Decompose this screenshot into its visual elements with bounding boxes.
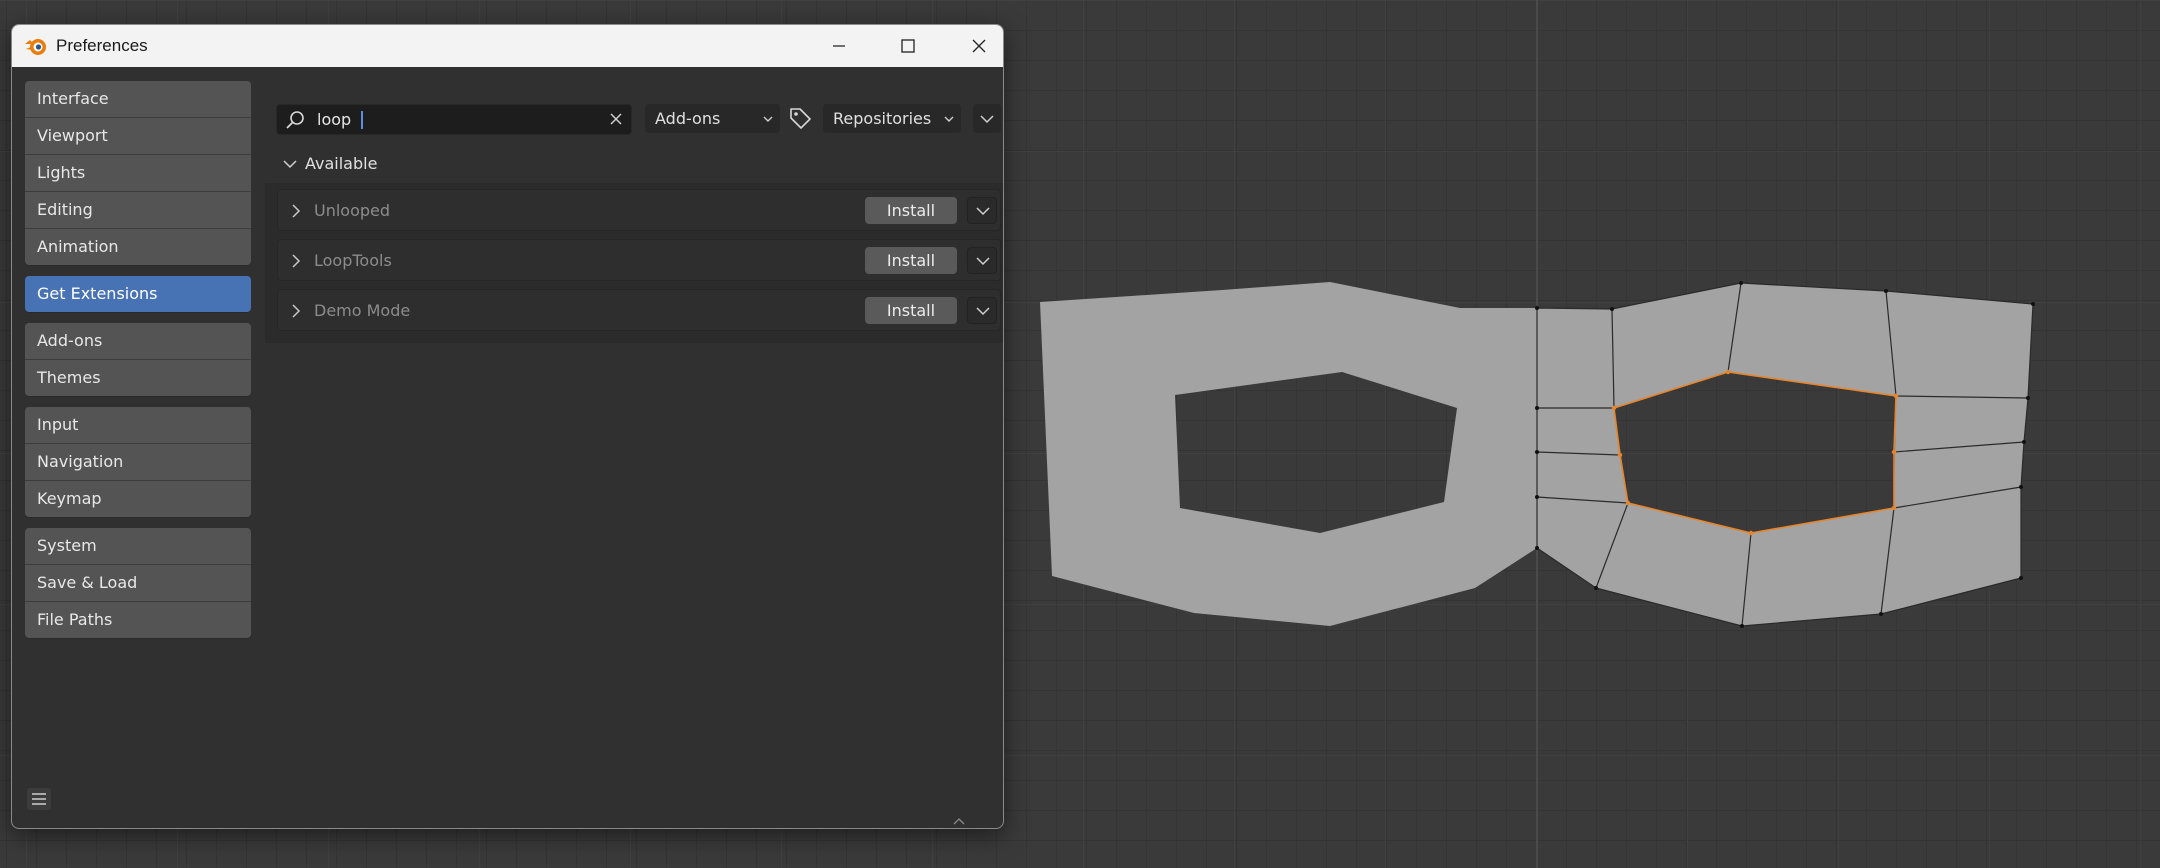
title-bar[interactable]: Preferences [12, 25, 1003, 67]
extension-menu-button[interactable] [967, 197, 997, 224]
extension-menu-button[interactable] [967, 297, 997, 324]
chevron-down-icon [763, 116, 773, 122]
sidebar-item-navigation[interactable]: Navigation [25, 444, 251, 481]
sidebar-item-file-paths[interactable]: File Paths [25, 602, 251, 638]
chevron-down-icon [976, 207, 990, 216]
sidebar-group-addons: Add-ons Themes [25, 323, 251, 396]
sidebar-item-system[interactable]: System [25, 528, 251, 565]
sidebar-item-save-load[interactable]: Save & Load [25, 565, 251, 602]
extension-row[interactable]: Unlooped Install [277, 189, 1001, 231]
mask-left-half [1040, 282, 1537, 626]
repositories-value: Repositories [833, 109, 932, 128]
maximize-icon [901, 39, 915, 53]
install-button[interactable]: Install [865, 297, 957, 324]
type-filter-value: Add-ons [655, 109, 721, 128]
extension-name: Unlooped [314, 201, 391, 220]
hamburger-menu-icon [32, 793, 46, 805]
window-title: Preferences [56, 36, 148, 55]
chevron-right-icon[interactable] [290, 204, 302, 218]
extension-menu-button[interactable] [967, 247, 997, 274]
sidebar-item-lights[interactable]: Lights [25, 155, 251, 192]
sidebar-group-extensions: Get Extensions [25, 276, 251, 312]
maximize-button[interactable] [873, 25, 943, 67]
chevron-down-icon [976, 257, 990, 266]
blender-logo-icon [25, 39, 46, 55]
filter-options-dropdown[interactable] [973, 104, 1001, 133]
minimize-button[interactable] [804, 25, 874, 67]
search-input[interactable] [315, 107, 589, 132]
sidebar-item-interface[interactable]: Interface [25, 81, 251, 118]
install-button[interactable]: Install [865, 247, 957, 274]
tag-icon[interactable] [787, 105, 813, 131]
extensions-panel: Add-ons Repositories Available Unlooped … [265, 67, 1003, 828]
extension-row[interactable]: LoopTools Install [277, 239, 1001, 281]
search-field[interactable] [276, 104, 632, 135]
chevron-down-icon [980, 115, 994, 124]
chevron-up-icon[interactable] [951, 816, 967, 826]
clear-search-icon[interactable] [607, 110, 625, 128]
preferences-menu-button[interactable] [27, 788, 51, 810]
close-icon [972, 39, 986, 53]
sidebar-item-add-ons[interactable]: Add-ons [25, 323, 251, 360]
extension-row[interactable]: Demo Mode Install [277, 289, 1001, 331]
extension-name: Demo Mode [314, 301, 411, 320]
preferences-window: Preferences Interface Viewport Lights Ed… [11, 24, 1004, 829]
minimize-icon [833, 45, 845, 47]
chevron-down-icon [283, 160, 297, 169]
sidebar-item-keymap[interactable]: Keymap [25, 481, 251, 517]
sidebar-item-viewport[interactable]: Viewport [25, 118, 251, 155]
type-filter-dropdown[interactable]: Add-ons [645, 104, 780, 133]
sidebar-group-general: Interface Viewport Lights Editing Animat… [25, 81, 251, 265]
chevron-down-icon [944, 116, 954, 122]
extensions-list: Unlooped Install LoopTools Install Demo … [265, 183, 1003, 343]
repositories-dropdown[interactable]: Repositories [823, 104, 961, 133]
selected-loop [1613, 371, 1897, 534]
section-label: Available [305, 154, 378, 173]
install-button[interactable]: Install [865, 197, 957, 224]
close-button[interactable] [944, 25, 1003, 67]
extension-name: LoopTools [314, 251, 392, 270]
sidebar-item-animation[interactable]: Animation [25, 229, 251, 265]
sidebar-item-editing[interactable]: Editing [25, 192, 251, 229]
sidebar-item-input[interactable]: Input [25, 407, 251, 444]
sidebar-group-system: System Save & Load File Paths [25, 528, 251, 638]
chevron-right-icon[interactable] [290, 254, 302, 268]
search-icon [286, 111, 304, 129]
sidebar-item-themes[interactable]: Themes [25, 360, 251, 396]
sidebar-group-input: Input Navigation Keymap [25, 407, 251, 517]
preferences-sidebar: Interface Viewport Lights Editing Animat… [25, 81, 251, 649]
chevron-right-icon[interactable] [290, 304, 302, 318]
chevron-down-icon [976, 307, 990, 316]
text-caret [361, 111, 363, 129]
sidebar-item-get-extensions[interactable]: Get Extensions [25, 276, 251, 312]
